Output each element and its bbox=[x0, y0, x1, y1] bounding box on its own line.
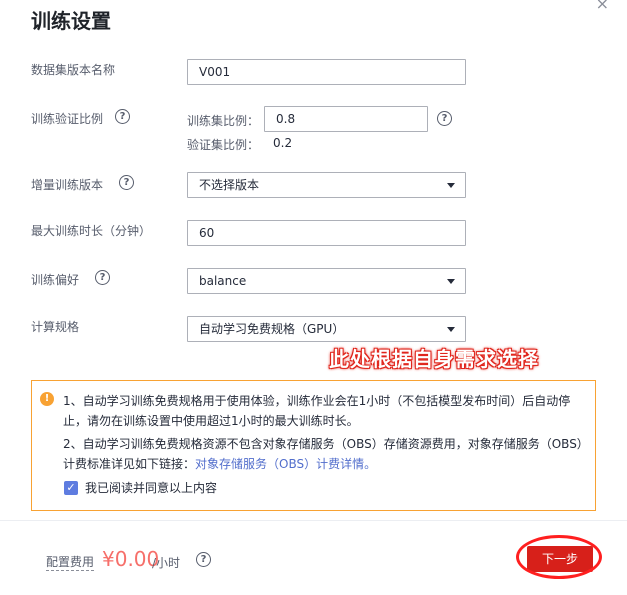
agree-checkbox-label: 我已阅读并同意以上内容 bbox=[85, 481, 218, 495]
train-ratio-label: 训练集比例： bbox=[187, 114, 260, 128]
help-icon[interactable]: ? bbox=[437, 111, 452, 126]
incremental-version-select[interactable]: 不选择版本 bbox=[187, 172, 466, 198]
val-ratio-label: 验证集比例： bbox=[187, 138, 260, 152]
max-duration-input[interactable]: 60 bbox=[187, 220, 466, 246]
val-ratio-value: 0.2 bbox=[273, 136, 293, 150]
chevron-down-icon bbox=[447, 183, 455, 188]
warning-icon: ! bbox=[40, 392, 54, 406]
dataset-version-name-input[interactable]: V001 bbox=[187, 59, 466, 85]
fee-label[interactable]: 配置费用 bbox=[46, 554, 95, 571]
price-value: ¥0.00 bbox=[102, 547, 160, 571]
annotation-text: 此处根据自身需求选择 bbox=[329, 347, 539, 371]
dataset-version-name-label: 数据集版本名称 bbox=[31, 63, 116, 77]
agree-checkbox[interactable]: ✓ bbox=[64, 481, 78, 495]
help-icon[interactable]: ? bbox=[115, 109, 130, 124]
preference-label: 训练偏好 bbox=[31, 273, 80, 287]
incremental-version-value: 不选择版本 bbox=[199, 178, 260, 192]
footer-divider bbox=[0, 520, 627, 521]
compute-spec-value: 自动学习免费规格（GPU） bbox=[199, 322, 345, 336]
compute-spec-select[interactable]: 自动学习免费规格（GPU） bbox=[187, 316, 466, 342]
price-unit: /小时 bbox=[152, 556, 181, 570]
notice-line-1: 1、自动学习训练免费规格用于使用体验，训练作业会在1小时（不包括模型发布时间）后… bbox=[63, 394, 571, 428]
help-icon[interactable]: ? bbox=[95, 270, 110, 285]
help-icon[interactable]: ? bbox=[196, 552, 211, 567]
obs-billing-link[interactable]: 对象存储服务（OBS）计费详情。 bbox=[195, 457, 376, 471]
help-icon[interactable]: ? bbox=[119, 175, 134, 190]
train-val-ratio-label: 训练验证比例 bbox=[31, 112, 104, 126]
incremental-version-label: 增量训练版本 bbox=[31, 178, 104, 192]
max-duration-label: 最大训练时长（分钟） bbox=[31, 224, 152, 238]
chevron-down-icon bbox=[447, 327, 455, 332]
dialog-title: 训练设置 bbox=[31, 9, 111, 33]
chevron-down-icon bbox=[447, 279, 455, 284]
notice-line-2: 2、自动学习训练免费规格资源不包含对象存储服务（OBS）存储资源费用，对象存储服… bbox=[63, 434, 583, 474]
close-icon[interactable]: × bbox=[596, 0, 609, 13]
notice-box: ! 1、自动学习训练免费规格用于使用体验，训练作业会在1小时（不包括模型发布时间… bbox=[31, 380, 596, 511]
train-ratio-input[interactable]: 0.8 bbox=[264, 106, 428, 132]
preference-value: balance bbox=[199, 274, 247, 288]
compute-spec-label: 计算规格 bbox=[31, 320, 80, 334]
preference-select[interactable]: balance bbox=[187, 268, 466, 294]
next-step-button[interactable]: 下一步 bbox=[527, 546, 593, 572]
